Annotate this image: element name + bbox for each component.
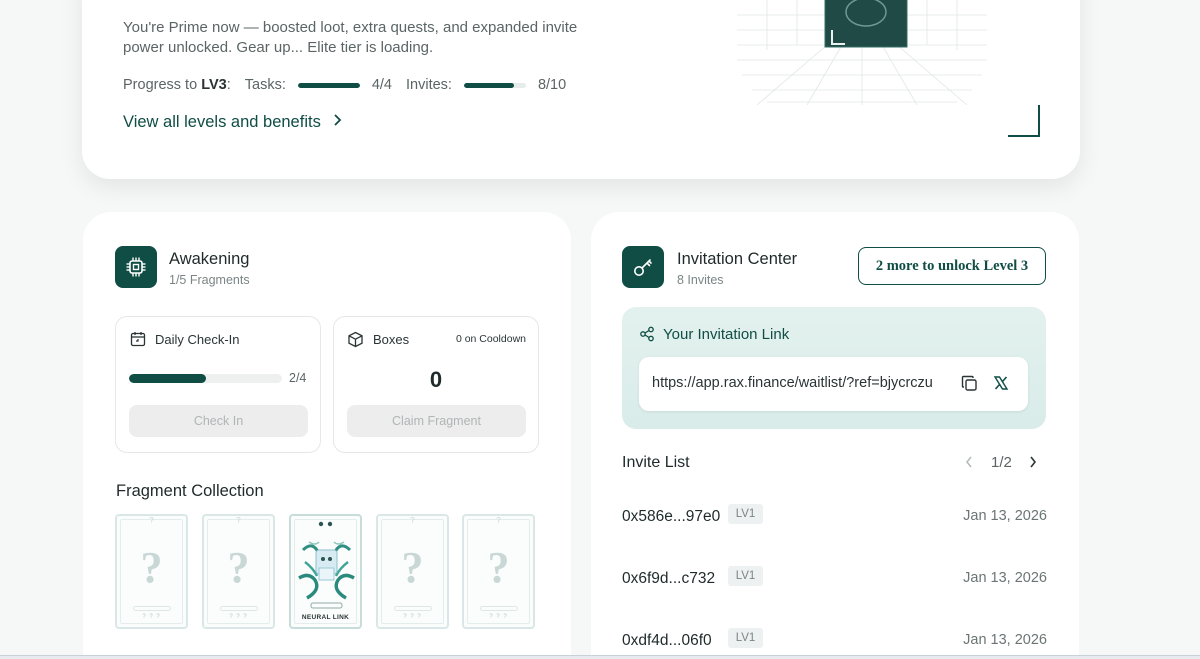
invite-list-title: Invite List <box>622 454 690 471</box>
fragment-card-locked[interactable]: ? ? ? ? ? <box>376 514 449 629</box>
invites-progress-bar <box>463 82 526 88</box>
boxes-count: 0 <box>429 367 443 392</box>
fragment-name: ? ? ? <box>489 614 508 620</box>
chevron-right-icon[interactable] <box>1029 455 1037 474</box>
invite-list-item: 0x6f9d...c732 LV1 Jan 13, 2026 <box>622 566 1047 596</box>
calendar-icon <box>130 331 146 352</box>
fragment-name: ? ? ? <box>142 614 161 620</box>
invite-date: Jan 13, 2026 <box>963 570 1047 586</box>
neural-link-artwork <box>298 521 355 609</box>
invitation-subtitle: 8 Invites <box>677 273 724 287</box>
invite-address: 0x586e...97e0 <box>622 508 721 525</box>
invite-list-item: 0xdf4d...06f0 LV1 Jan 13, 2026 <box>622 628 1047 658</box>
chip-icon <box>115 246 157 288</box>
level-status-card: You're Prime now — boosted loot, extra q… <box>82 0 1080 179</box>
invite-address: 0xdf4d...06f0 <box>622 632 712 649</box>
fragment-name: NEURAL LINK <box>301 614 350 621</box>
question-mark-icon: ? <box>140 543 163 592</box>
invitation-card: Invitation Center 8 Invites 2 more to un… <box>591 212 1079 659</box>
tasks-progress-bar <box>297 82 360 88</box>
level-cube-illustration <box>737 0 987 105</box>
invites-value: 8/10 <box>537 77 567 93</box>
window-bottom-edge <box>0 655 1200 659</box>
fragment-card-neural-link[interactable]: NEURAL LINK <box>289 514 362 629</box>
awakening-title: Awakening <box>169 250 250 268</box>
fragment-name: ? ? ? <box>229 614 248 620</box>
level-progress-row: Progress to LV3: Tasks: 4/4 Invites: 8/1… <box>123 77 566 93</box>
claim-fragment-button[interactable]: Claim Fragment <box>347 405 526 437</box>
awakening-card: Awakening 1/5 Fragments Daily Check-In 2… <box>83 212 571 659</box>
awakening-subtitle: 1/5 Fragments <box>169 273 250 287</box>
cooldown-count: 0 on Cooldown <box>455 333 526 345</box>
x-logo-icon[interactable] <box>993 375 1009 396</box>
invite-list-item: 0x586e...97e0 LV1 Jan 13, 2026 <box>622 504 1047 534</box>
daily-checkin-label: Daily Check-In <box>155 332 240 347</box>
invite-date: Jan 13, 2026 <box>963 508 1047 524</box>
progress-label: Progress to LV3: <box>123 77 231 93</box>
invites-label: Invites: <box>406 77 452 93</box>
invite-date: Jan 13, 2026 <box>963 632 1047 648</box>
fragment-collection-title: Fragment Collection <box>116 482 264 500</box>
copy-icon[interactable] <box>961 375 978 397</box>
question-mark-icon: ? <box>227 543 250 592</box>
boxes-label: Boxes <box>373 332 410 347</box>
fragment-card-locked[interactable]: ? ? ? ? ? <box>115 514 188 629</box>
chevron-left-icon[interactable] <box>965 455 973 474</box>
invite-address: 0x6f9d...c732 <box>622 570 716 587</box>
share-icon <box>639 326 655 347</box>
chevron-right-icon <box>333 113 342 132</box>
invite-level-badge: LV1 <box>728 504 763 524</box>
invitation-link-url[interactable]: https://app.rax.finance/waitlist/?ref=bj… <box>652 375 933 391</box>
fragment-card-locked[interactable]: ? ? ? ? ? <box>202 514 275 629</box>
view-levels-label: View all levels and benefits <box>123 113 321 131</box>
daily-checkin-card: Daily Check-In 2/4 Check In <box>115 316 321 453</box>
invitation-link-title: Your Invitation Link <box>663 326 790 343</box>
invite-level-badge: LV1 <box>728 566 763 586</box>
fragment-name: ? ? ? <box>403 614 422 620</box>
tasks-value: 4/4 <box>371 77 393 93</box>
invitation-title: Invitation Center <box>677 250 798 268</box>
key-icon <box>622 246 664 288</box>
pagination-label: 1/2 <box>991 454 1012 471</box>
invitation-link-panel: Your Invitation Link https://app.rax.fin… <box>622 307 1046 429</box>
checkin-progress-bar <box>129 374 282 383</box>
box-icon <box>347 331 364 353</box>
level-description: You're Prime now — boosted loot, extra q… <box>123 19 578 56</box>
boxes-card: Boxes 0 on Cooldown 0 Claim Fragment <box>333 316 539 453</box>
corner-decoration <box>1008 105 1040 137</box>
checkin-progress-value: 2/4 <box>289 371 307 385</box>
view-levels-link[interactable]: View all levels and benefits <box>123 113 342 132</box>
fragment-card-locked[interactable]: ? ? ? ? ? <box>462 514 535 629</box>
invitation-link-box: https://app.rax.finance/waitlist/?ref=bj… <box>639 357 1028 411</box>
check-in-button[interactable]: Check In <box>129 405 308 437</box>
tasks-label: Tasks: <box>244 77 286 93</box>
question-mark-icon: ? <box>487 543 510 592</box>
progress-level: LV3 <box>201 77 227 93</box>
question-mark-icon: ? <box>401 543 424 592</box>
unlock-level-button[interactable]: 2 more to unlock Level 3 <box>858 247 1046 285</box>
invite-level-badge: LV1 <box>728 628 763 648</box>
